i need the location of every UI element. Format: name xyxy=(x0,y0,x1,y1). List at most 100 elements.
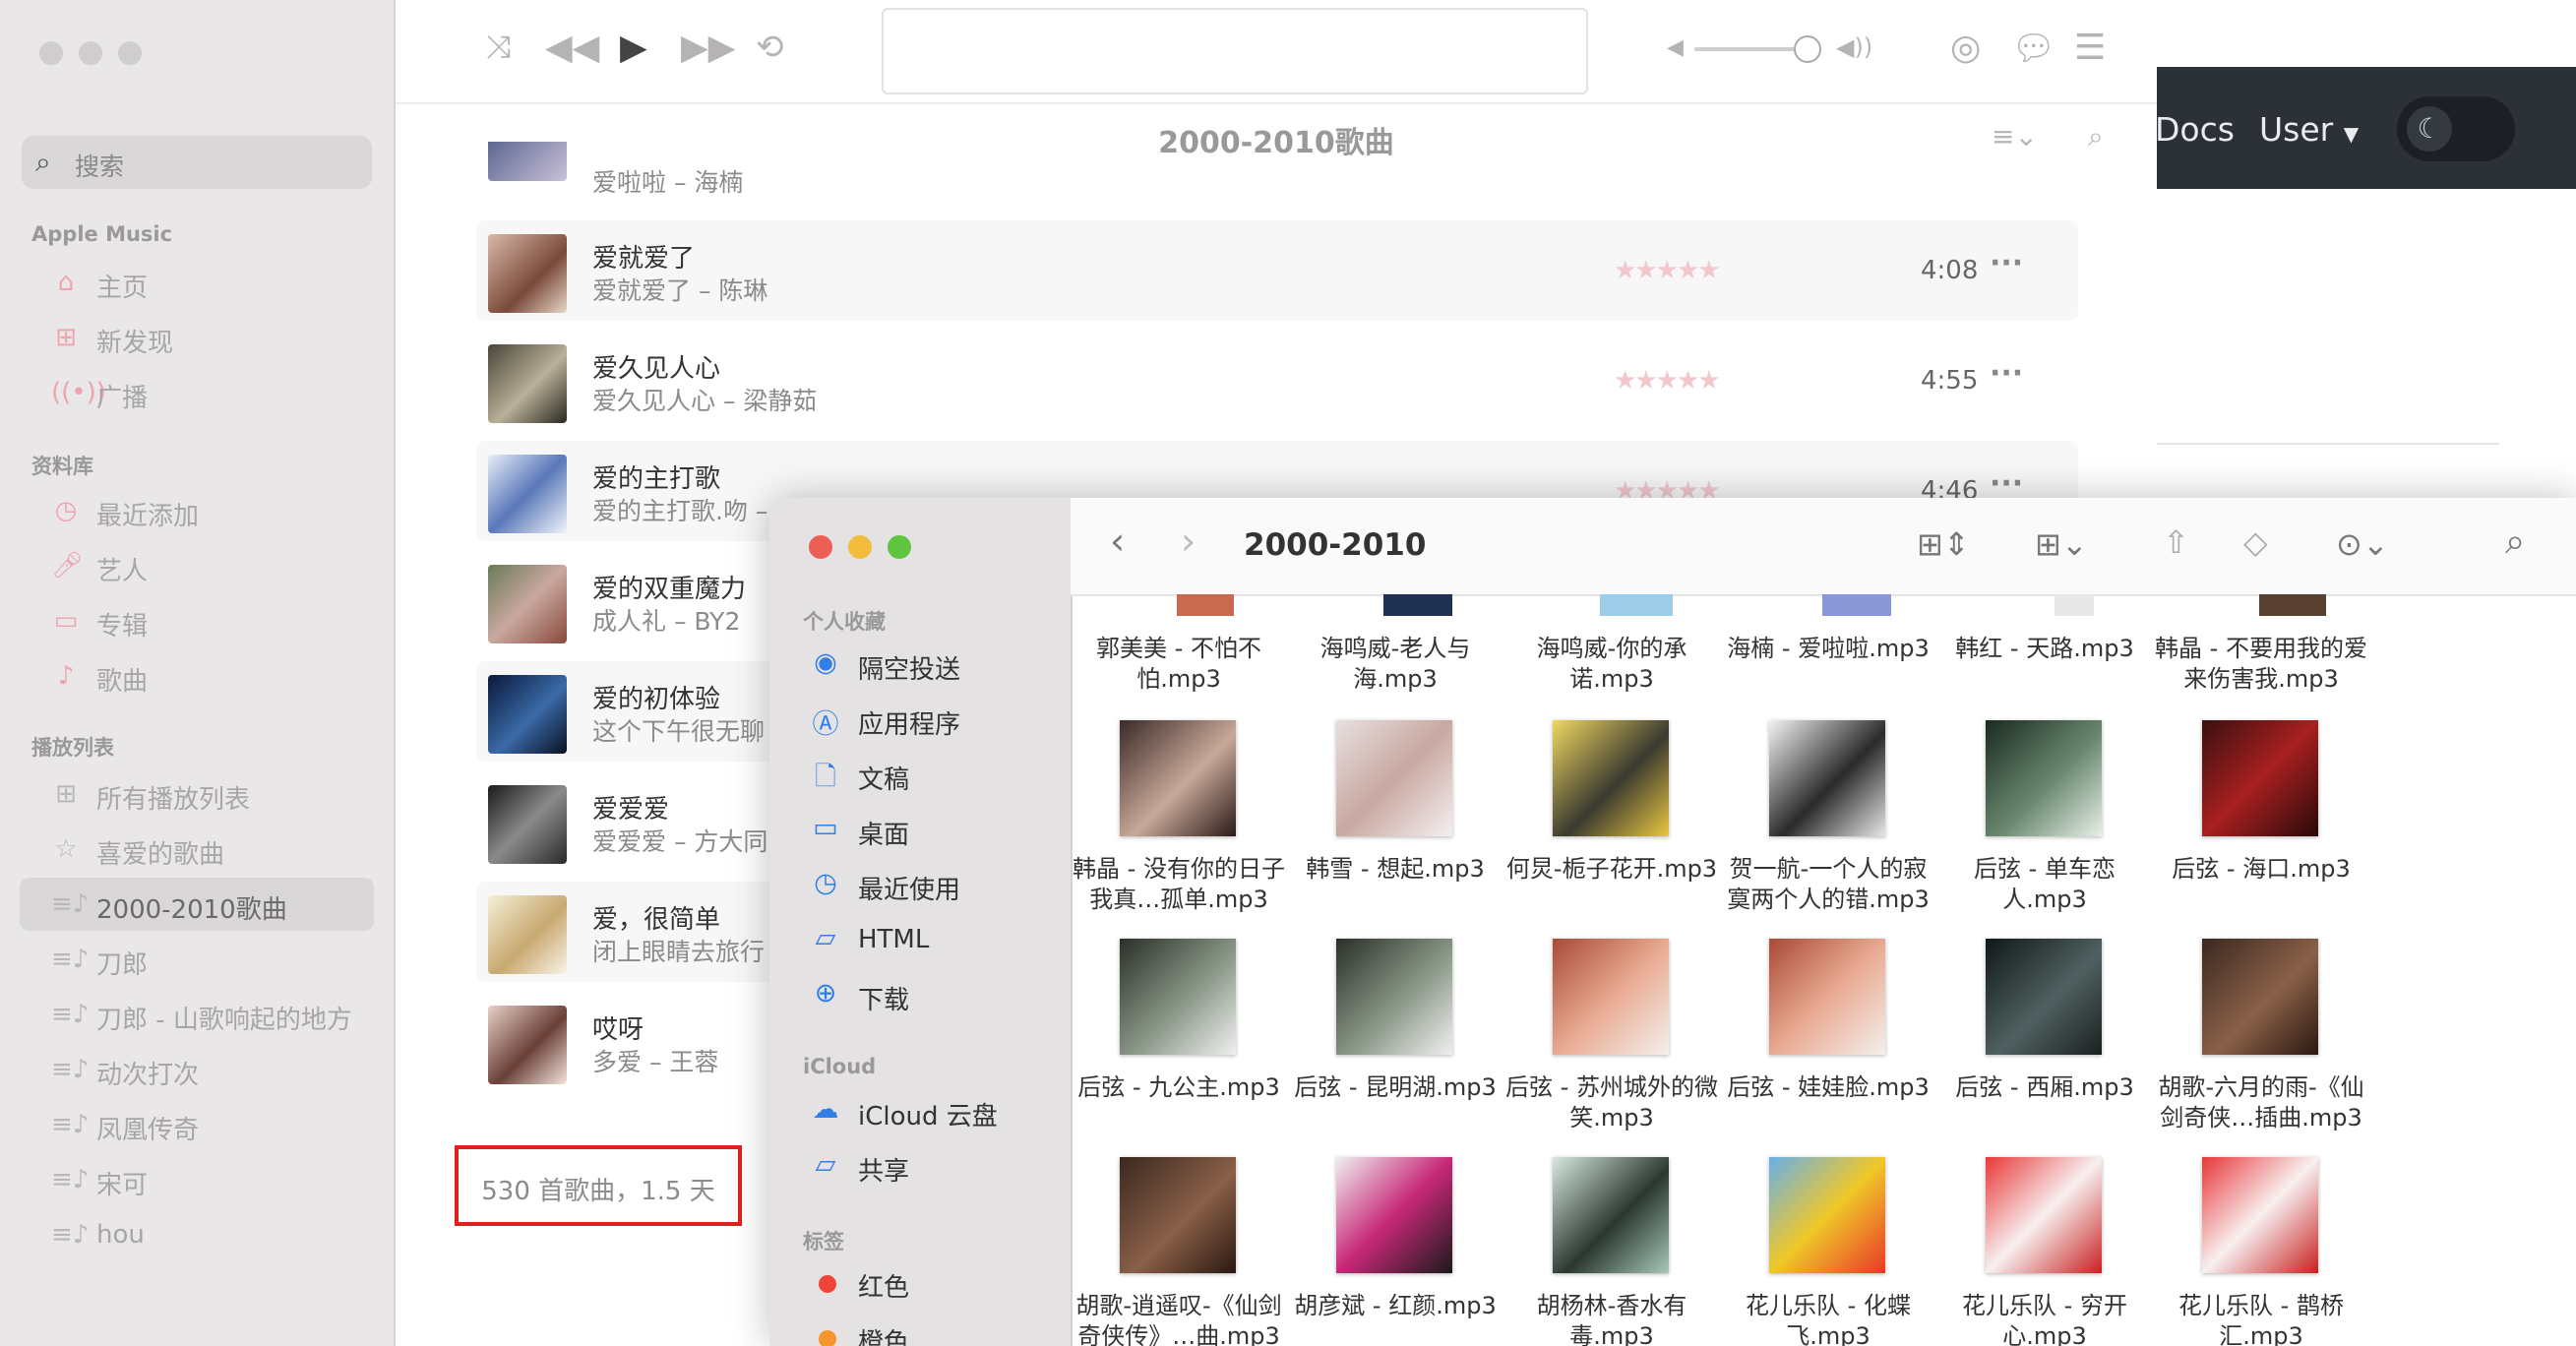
sidebar-item-hou[interactable]: ≡♪ hou xyxy=(20,1208,374,1261)
star-icon: ☆ xyxy=(54,834,78,864)
sidebar-item-2000-2010[interactable]: ≡♪ 2000-2010歌曲 xyxy=(20,878,374,931)
album-art xyxy=(488,142,567,181)
sidebar-item-radio[interactable]: ((•)) 广播 xyxy=(20,366,374,419)
file-thumbnail xyxy=(1120,939,1236,1055)
sidebar-item-all-playlists[interactable]: ⊞ 所有播放列表 xyxy=(20,767,374,821)
close-button[interactable] xyxy=(809,535,832,559)
sidebar-item-label: 红色 xyxy=(858,1273,910,1303)
song-row[interactable]: 爱就爱了 爱就爱了 – 陈琳 ★★★★★ 4:08 ··· xyxy=(476,220,2078,321)
file-name: 韩晶 - 没有你的日子我真…孤单.mp3 xyxy=(1073,855,1285,913)
now-playing-display xyxy=(882,8,1588,94)
volume-knob[interactable] xyxy=(1793,35,1821,63)
song-subtitle: 闭上眼睛去旅行 xyxy=(592,938,766,966)
sidebar-item-label: 新发现 xyxy=(96,329,174,358)
sidebar-item-songs[interactable]: ♪ 歌曲 xyxy=(20,649,374,703)
search-icon[interactable]: ⌕ xyxy=(2505,521,2525,563)
search-placeholder: 搜索 xyxy=(75,153,125,181)
nav-docs-link[interactable]: Docs xyxy=(2155,110,2235,149)
grid-view-icon[interactable]: ⊞⇕ xyxy=(1917,525,1970,563)
volume-slider[interactable] xyxy=(1694,35,1821,63)
fast-forward-icon[interactable]: ▶▶ xyxy=(681,28,735,68)
finder-toolbar: ‹ › 2000-2010 ⊞⇕ ⊞⌄ ⇧ ◇ ⊙⌄ ⌕ xyxy=(1071,498,2576,596)
document-icon: 🗋 xyxy=(815,762,836,792)
more-icon[interactable]: ··· xyxy=(1990,356,2023,391)
song-row[interactable]: 爱啦啦 – 海楠 xyxy=(476,142,2078,201)
rating-stars[interactable]: ★★★★★ xyxy=(1614,256,1721,285)
file-name: 花儿乐队 - 鹊桥汇.mp3 xyxy=(2178,1292,2344,1346)
file-thumbnail xyxy=(2055,594,2094,616)
rewind-icon[interactable]: ◀◀ xyxy=(545,28,599,68)
album-art xyxy=(488,565,567,643)
divider xyxy=(2145,443,2499,445)
sidebar-item-artists[interactable]: 🎤︎ 艺人 xyxy=(20,539,374,592)
sidebar-item-recently-added[interactable]: ◷ 最近添加 xyxy=(20,484,374,537)
file-thumbnail xyxy=(1336,1157,1452,1273)
theme-toggle[interactable]: ☾ xyxy=(2397,96,2515,161)
sidebar-item-dongcidaci[interactable]: ≡♪ 动次打次 xyxy=(20,1043,374,1096)
nav-user-dropdown[interactable]: User ▼ xyxy=(2259,110,2359,149)
list-icon[interactable]: ☰ xyxy=(2074,28,2106,68)
radio-icon: ((•)) xyxy=(51,378,106,407)
share-icon[interactable]: ⇧ xyxy=(2163,523,2189,561)
shared-folder-icon: ▱ xyxy=(815,1149,836,1180)
rating-stars[interactable]: ★★★★★ xyxy=(1614,366,1721,396)
sidebar-item-albums[interactable]: ▭ 专辑 xyxy=(20,594,374,647)
chevron-left-icon[interactable]: ‹ xyxy=(1110,520,1125,563)
repeat-icon[interactable]: ⟲ xyxy=(756,28,784,67)
web-navbar: Docs User ▼ ☾ xyxy=(2145,67,2576,189)
sidebar-item-label: 应用程序 xyxy=(858,710,961,740)
sidebar-item-favorite-songs[interactable]: ☆ 喜爱的歌曲 xyxy=(20,823,374,876)
album-art xyxy=(488,234,567,313)
sidebar-item-daolang[interactable]: ≡♪ 刀郎 xyxy=(20,933,374,986)
file-thumbnail xyxy=(1553,939,1669,1055)
play-icon[interactable]: ▶ xyxy=(620,28,647,68)
sidebar-item-label: 共享 xyxy=(858,1157,910,1187)
nav-user-label: User xyxy=(2259,110,2334,149)
zoom-button[interactable] xyxy=(118,41,142,65)
search-icon[interactable]: ⌕ xyxy=(2088,120,2104,153)
file-thumbnail xyxy=(1553,1157,1669,1273)
file-thumbnail xyxy=(2202,939,2318,1055)
sidebar-item-discover[interactable]: ⊞ 新发现 xyxy=(20,311,374,364)
airplay-icon[interactable]: ◎ xyxy=(1950,28,1981,68)
volume-low-icon: ◀ xyxy=(1667,35,1684,60)
sidebar-item-label: 最近使用 xyxy=(858,876,961,905)
sidebar-item-daolang-shange[interactable]: ≡♪ 刀郎 - 山歌响起的地方 xyxy=(20,988,374,1041)
sidebar-item-label: 2000-2010歌曲 xyxy=(96,895,287,925)
file-thumbnail xyxy=(1177,594,1234,616)
file-thumbnail xyxy=(2259,594,2326,616)
sidebar-item-home[interactable]: ⌂ 主页 xyxy=(20,256,374,309)
song-title: 爱的主打歌 xyxy=(592,464,721,494)
song-title: 爱久见人心 xyxy=(592,354,721,384)
more-icon[interactable]: ⊙⌄ xyxy=(2336,525,2389,563)
chevron-right-icon[interactable]: › xyxy=(1181,520,1196,563)
sidebar-item-label: 凤凰传奇 xyxy=(96,1116,200,1145)
more-icon[interactable]: ··· xyxy=(1990,246,2023,280)
song-row[interactable]: 爱久见人心 爱久见人心 – 梁静茹 ★★★★★ 4:55 ··· xyxy=(476,331,2078,431)
minimize-button[interactable] xyxy=(79,41,102,65)
shuffle-icon[interactable]: ⤨ xyxy=(486,28,512,66)
file-name: 后弦 - 单车恋人.mp3 xyxy=(1974,855,2116,913)
zoom-button[interactable] xyxy=(888,535,911,559)
house-icon: ⌂ xyxy=(57,268,75,297)
cloud-icon: ☁ xyxy=(812,1094,839,1125)
orange-tag-dot xyxy=(819,1330,836,1346)
file-name: 后弦 - 娃娃脸.mp3 xyxy=(1727,1073,1930,1101)
file-name: 胡杨林-香水有毒.mp3 xyxy=(1536,1292,1687,1346)
lyrics-icon[interactable]: 💬︎ xyxy=(2011,28,2056,69)
sidebar-item-fenghuang[interactable]: ≡♪ 凤凰传奇 xyxy=(20,1098,374,1151)
file-name: 韩晶 - 不要用我的爱来伤害我.mp3 xyxy=(2155,635,2367,693)
clock-icon: ◷ xyxy=(54,496,78,525)
playlist-icon: ≡♪ xyxy=(51,1220,90,1250)
sidebar-item-songke[interactable]: ≡♪ 宋可 xyxy=(20,1153,374,1206)
file-name: 花儿乐队 - 化蝶飞.mp3 xyxy=(1746,1292,1911,1346)
group-icon[interactable]: ⊞⌄ xyxy=(2035,525,2088,563)
file-name: 贺一航-一个人的寂寞两个人的错.mp3 xyxy=(1727,855,1930,913)
close-button[interactable] xyxy=(39,41,63,65)
tag-icon[interactable]: ◇ xyxy=(2243,523,2268,561)
grid-icon: ⊞ xyxy=(55,779,77,809)
album-art xyxy=(488,455,567,533)
more-icon[interactable]: ··· xyxy=(1990,466,2023,501)
search-input[interactable]: ⌕ 搜索 xyxy=(22,136,372,189)
minimize-button[interactable] xyxy=(848,535,872,559)
